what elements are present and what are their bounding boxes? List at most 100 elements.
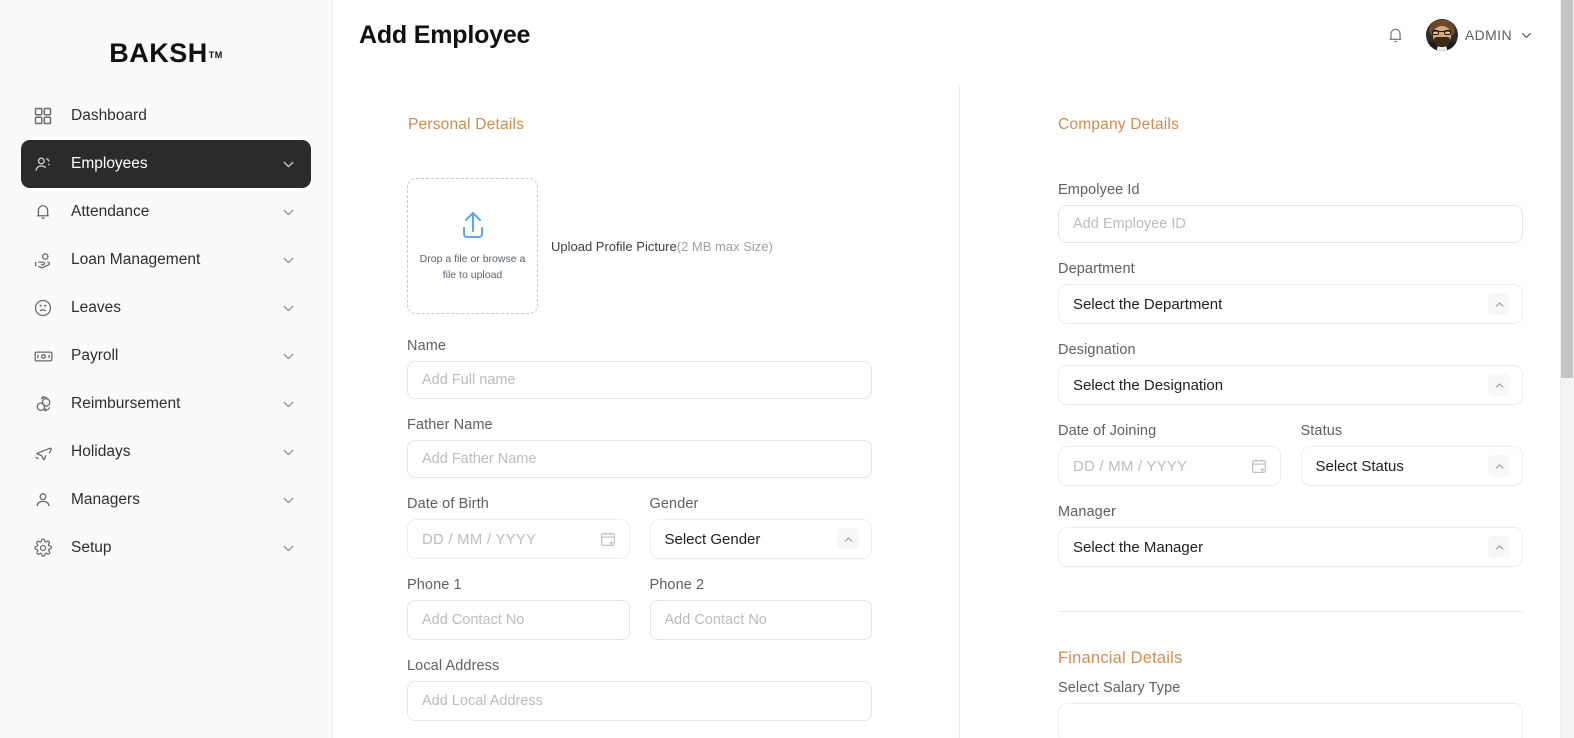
sidebar-item-label: Holidays <box>71 443 131 460</box>
avatar <box>1425 19 1458 51</box>
form-body: Personal Details Drop a file or browse a… <box>333 70 1574 738</box>
manager-label: Manager <box>1058 504 1116 520</box>
department-selected-value: Select the Department <box>1073 295 1223 313</box>
sidebar-item-label: Reimbursement <box>71 395 181 412</box>
department-select[interactable]: Select the Department <box>1058 284 1523 324</box>
users-icon <box>31 152 55 176</box>
phone1-label: Phone 1 <box>407 577 462 593</box>
chevron-down-icon <box>280 396 297 413</box>
chevron-up-icon <box>1488 374 1510 396</box>
sidebar-item-reimbursement[interactable]: Reimbursement <box>21 380 311 428</box>
phone2-field-group: Phone 2 <box>649 577 872 640</box>
sidebar-item-setup[interactable]: Setup <box>21 524 311 572</box>
chevron-down-icon <box>1519 28 1534 43</box>
sidebar-item-employees[interactable]: Employees <box>21 140 311 188</box>
vertical-scrollbar[interactable] <box>1560 0 1574 738</box>
sidebar-item-leaves[interactable]: Leaves <box>21 284 311 332</box>
financial-details-heading: Financial Details <box>1058 649 1183 667</box>
employee-id-input[interactable] <box>1058 205 1523 243</box>
upload-icon <box>455 209 491 248</box>
name-label: Name <box>407 338 447 354</box>
date-of-birth-input[interactable]: DD / MM / YYYY <box>407 519 630 559</box>
manager-field-group: Manager Select the Manager <box>1058 504 1523 567</box>
salary-type-label: Select Salary Type <box>1058 680 1181 696</box>
employee-id-field-group: Empolyee Id <box>1058 182 1523 243</box>
sidebar-nav: Dashboard Employees Attendance Loan Mana… <box>0 92 332 572</box>
chevron-down-icon <box>280 540 297 557</box>
sidebar-item-loan-management[interactable]: Loan Management <box>21 236 311 284</box>
sidebar-item-attendance[interactable]: Attendance <box>21 188 311 236</box>
status-select[interactable]: Select Status <box>1300 446 1523 486</box>
manager-selected-value: Select the Manager <box>1073 538 1204 556</box>
sidebar-item-label: Loan Management <box>71 251 201 268</box>
date-of-joining-placeholder: DD / MM / YYYY <box>1073 457 1188 475</box>
user-name-label: ADMIN <box>1464 27 1512 43</box>
sidebar-item-managers[interactable]: Managers <box>21 476 311 524</box>
user-icon <box>31 488 55 512</box>
gender-field-group: Gender Select Gender <box>649 496 872 559</box>
brand-logo: BAKSHTM <box>0 0 332 92</box>
sad-face-icon <box>31 296 55 320</box>
bell-icon[interactable] <box>1385 25 1406 46</box>
calendar-icon <box>1250 457 1268 475</box>
profile-picture-dropzone[interactable]: Drop a file or browse a file to upload <box>407 178 538 314</box>
manager-select[interactable]: Select the Manager <box>1058 527 1523 567</box>
sidebar-item-label: Managers <box>71 491 140 508</box>
chevron-down-icon <box>280 444 297 461</box>
salary-type-select[interactable] <box>1058 703 1523 738</box>
name-field-group: Name <box>407 338 872 399</box>
date-of-birth-label: Date of Birth <box>407 496 489 512</box>
dob-gender-row: Date of Birth DD / MM / YYYY Gender Sele… <box>407 496 872 559</box>
local-address-label: Local Address <box>407 658 500 674</box>
gender-label: Gender <box>649 496 699 512</box>
sidebar-item-label: Setup <box>71 539 112 556</box>
chevron-down-icon <box>280 300 297 317</box>
chevron-up-icon <box>1488 293 1510 315</box>
local-address-field-group: Local Address <box>407 658 872 721</box>
section-divider <box>1058 611 1523 612</box>
phone-row: Phone 1 Phone 2 <box>407 577 872 640</box>
gear-icon <box>31 536 55 560</box>
status-selected-value: Select Status <box>1315 457 1404 475</box>
designation-select[interactable]: Select the Designation <box>1058 365 1523 405</box>
chevron-down-icon <box>280 252 297 269</box>
joining-status-row: Date of Joining DD / MM / YYYY Status Se… <box>1058 423 1523 486</box>
company-details-heading: Company Details <box>1058 116 1180 133</box>
user-menu[interactable]: ADMIN <box>1425 19 1534 51</box>
father-name-label: Father Name <box>407 417 493 433</box>
date-of-birth-placeholder: DD / MM / YYYY <box>422 530 537 548</box>
gender-selected-value: Select Gender <box>664 530 761 548</box>
banknote-icon <box>31 344 55 368</box>
page-title: Add Employee <box>359 20 531 49</box>
father-name-input[interactable] <box>407 440 872 478</box>
dob-field-group: Date of Birth DD / MM / YYYY <box>407 496 630 559</box>
phone1-field-group: Phone 1 <box>407 577 630 640</box>
sidebar-item-label: Dashboard <box>71 107 147 124</box>
department-label: Department <box>1058 261 1135 277</box>
phone1-input[interactable] <box>407 600 630 640</box>
chevron-up-icon <box>1488 536 1510 558</box>
chevron-down-icon <box>280 204 297 221</box>
sidebar-item-label: Employees <box>71 155 148 172</box>
designation-field-group: Designation Select the Designation <box>1058 342 1523 405</box>
topbar: Add Employee ADMIN <box>333 0 1574 70</box>
upload-caption: Upload Profile Picture(2 MB max Size) <box>551 239 773 254</box>
local-address-input[interactable] <box>407 681 872 721</box>
sidebar-item-payroll[interactable]: Payroll <box>21 332 311 380</box>
gender-select[interactable]: Select Gender <box>649 519 872 559</box>
date-of-joining-label: Date of Joining <box>1058 423 1157 439</box>
column-divider <box>959 86 960 738</box>
date-of-joining-input[interactable]: DD / MM / YYYY <box>1058 446 1281 486</box>
upload-caption-note: (2 MB max Size) <box>676 238 773 254</box>
brand-name: BAKSH <box>109 37 208 68</box>
sidebar-item-dashboard[interactable]: Dashboard <box>21 92 311 140</box>
phone2-input[interactable] <box>649 600 872 640</box>
sidebar-item-holidays[interactable]: Holidays <box>21 428 311 476</box>
name-input[interactable] <box>407 361 872 399</box>
hand-coin-icon <box>31 248 55 272</box>
main-content: Add Employee ADMIN Personal Details Drop… <box>333 0 1574 738</box>
designation-selected-value: Select the Designation <box>1073 376 1224 394</box>
sidebar-item-label: Payroll <box>71 347 119 364</box>
scrollbar-thumb[interactable] <box>1561 0 1573 378</box>
chevron-down-icon <box>280 156 297 173</box>
